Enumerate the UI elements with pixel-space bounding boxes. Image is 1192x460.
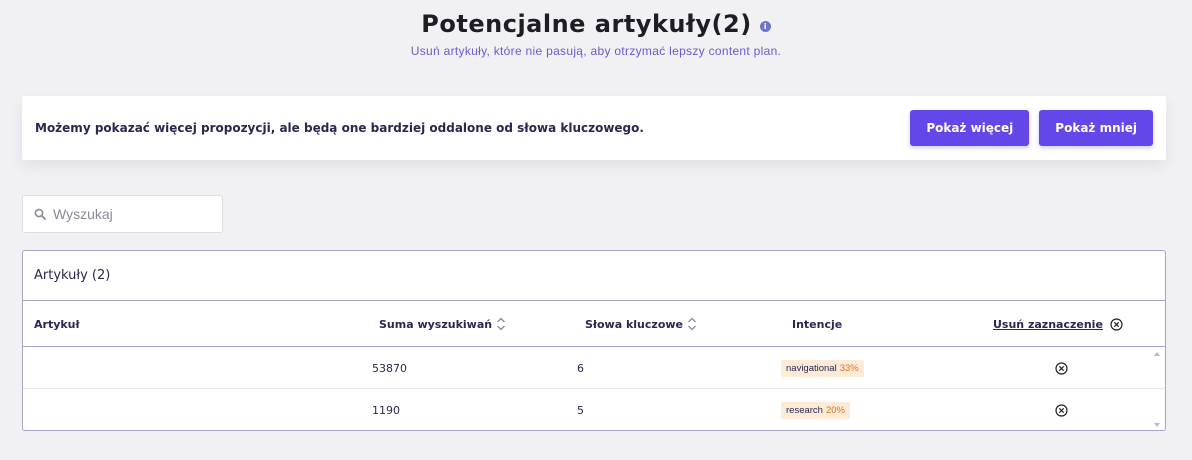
info-icon[interactable]: i	[759, 20, 771, 32]
search-icon	[34, 208, 46, 220]
table-row: 1190 5 research 20%	[23, 389, 1165, 430]
column-intent: Intencje	[792, 301, 842, 347]
intent-label: navigational	[786, 362, 837, 374]
column-search-sum-label: Suma wyszukiwań	[379, 317, 493, 331]
intent-cell: navigational 33%	[781, 347, 864, 389]
sort-icon[interactable]	[496, 317, 506, 331]
column-clear-selection[interactable]: Usuń zaznaczenie	[993, 301, 1123, 347]
search-input[interactable]	[53, 206, 213, 222]
sort-icon[interactable]	[687, 317, 697, 331]
close-circle-icon[interactable]	[1110, 317, 1123, 331]
column-intent-label: Intencje	[792, 317, 843, 331]
column-keywords-label: Słowa kluczowe	[585, 317, 683, 331]
column-keywords[interactable]: Słowa kluczowe	[585, 301, 697, 347]
search-sum-cell: 53870	[372, 361, 407, 375]
banner-text: Możemy pokazać więcej propozycji, ale bę…	[35, 121, 644, 135]
table-scrollbar[interactable]	[1149, 348, 1165, 430]
suggestions-banner: Możemy pokazać więcej propozycji, ale bę…	[22, 96, 1166, 160]
intent-badge: research 20%	[781, 401, 850, 419]
articles-table: Artykuły (2) Artykuł Suma wyszukiwań Sło…	[22, 250, 1166, 431]
intent-label: research	[786, 404, 823, 416]
page-header: Potencjalne artykuły(2) i Usuń artykuły,…	[0, 10, 1192, 58]
close-circle-icon[interactable]	[1055, 403, 1068, 417]
search-box[interactable]	[22, 195, 223, 233]
keywords-cell: 5	[577, 403, 584, 417]
column-article-label: Artykuł	[34, 317, 80, 331]
table-header: Artykuł Suma wyszukiwań Słowa kluczowe I…	[23, 301, 1165, 347]
search-sum-cell: 1190	[372, 403, 400, 417]
close-circle-icon[interactable]	[1055, 361, 1068, 375]
intent-percent: 20%	[825, 404, 845, 416]
keywords-cell: 6	[577, 361, 584, 375]
show-more-button[interactable]: Pokaż więcej	[910, 110, 1030, 146]
column-search-sum[interactable]: Suma wyszukiwań	[379, 301, 506, 347]
table-title: Artykuły (2)	[23, 251, 1165, 301]
intent-badge: navigational 33%	[781, 359, 864, 377]
table-row: 53870 6 navigational 33%	[23, 347, 1165, 389]
page-subtitle: Usuń artykuły, które nie pasują, aby otr…	[410, 44, 782, 58]
intent-cell: research 20%	[781, 389, 850, 430]
intent-percent: 33%	[839, 362, 859, 374]
scroll-down-arrow-icon[interactable]	[1154, 423, 1160, 427]
clear-selection-link[interactable]: Usuń zaznaczenie	[993, 318, 1103, 331]
show-less-button[interactable]: Pokaż mniej	[1039, 110, 1153, 146]
title-row: Potencjalne artykuły(2) i	[421, 10, 771, 38]
column-article: Artykuł	[34, 301, 80, 347]
scroll-up-arrow-icon[interactable]	[1154, 352, 1160, 356]
remove-row-button[interactable]	[1055, 347, 1068, 389]
page-title: Potencjalne artykuły(2)	[421, 10, 752, 38]
remove-row-button[interactable]	[1055, 389, 1068, 430]
